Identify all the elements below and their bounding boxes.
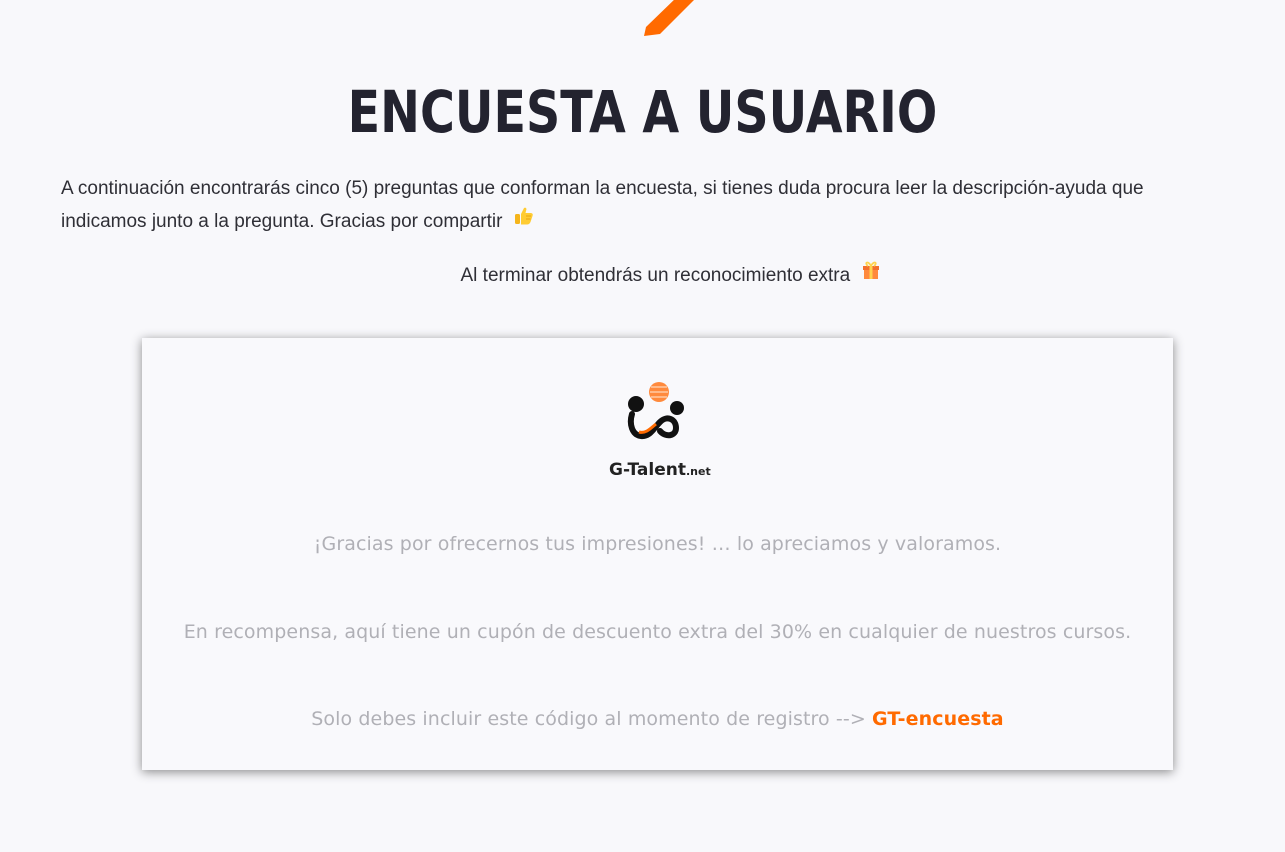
logo-text: G-Talent.net [609, 460, 711, 480]
top-accent-decoration [644, 0, 694, 36]
g-talent-logo-icon [584, 358, 724, 493]
code-message: Solo debes incluir este código al moment… [142, 708, 1173, 730]
thank-you-card: G-Talent.net ¡Gracias por ofrecernos tus… [142, 338, 1173, 770]
reward-note: Al terminar obtendrás un reconocimiento … [0, 259, 1285, 292]
logo-name: G-Talent [609, 460, 686, 480]
thanks-message: ¡Gracias por ofrecernos tus impresiones!… [313, 533, 1002, 555]
intro-paragraph: A continuación encontrarás cinco (5) pre… [61, 172, 1231, 238]
reward-message: En recompensa, aquí tiene un cupón de de… [183, 621, 1132, 643]
logo-suffix: .net [685, 465, 711, 478]
code-prompt: Solo debes incluir este código al moment… [311, 708, 866, 730]
reward-note-text: Al terminar obtendrás un reconocimiento … [460, 265, 851, 286]
coupon-code: GT-encuesta [872, 708, 1004, 730]
page-title: ENCUESTA A USUARIO [347, 78, 938, 146]
gift-icon [860, 259, 882, 292]
g-talent-logo: G-Talent.net [584, 358, 724, 493]
thumbs-up-icon [513, 205, 535, 238]
intro-text: A continuación encontrarás cinco (5) pre… [61, 178, 1144, 232]
